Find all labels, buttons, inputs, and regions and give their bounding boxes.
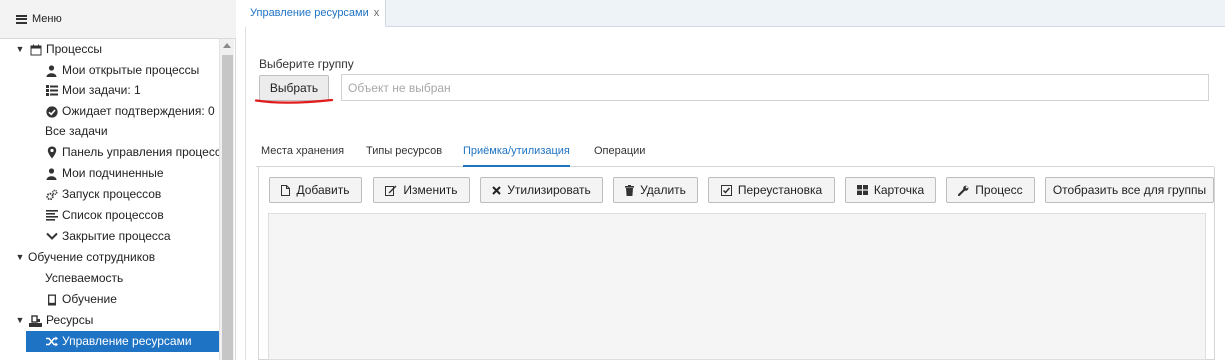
list-icon (44, 83, 59, 98)
trash-icon (625, 184, 635, 196)
sidebar-scrollbar[interactable] (219, 39, 234, 360)
subtab-operations[interactable]: Операции (594, 145, 645, 167)
map-marker-icon (44, 145, 59, 160)
edit-button[interactable]: Изменить (373, 177, 470, 203)
resource-subtabs: Места хранения Типы ресурсов Приёмка/ути… (256, 141, 1214, 167)
caret-down-icon[interactable]: ▼ (14, 39, 26, 60)
calendar-icon (28, 42, 43, 57)
list-lines-icon (44, 208, 59, 223)
caret-down-icon[interactable]: ▼ (14, 247, 26, 268)
process-button[interactable]: Процесс (946, 177, 1035, 203)
tree-item-my-open-processes[interactable]: Мои открытые процессы (44, 60, 199, 81)
tree-item-label: Мои задачи: 1 (62, 83, 141, 97)
subtab-acceptance-disposal[interactable]: Приёмка/утилизация (463, 145, 570, 167)
dispose-button[interactable]: Утилизировать (480, 177, 603, 203)
tree-item-label: Мои подчиненные (62, 166, 164, 180)
tree-item-resource-management[interactable]: Управление ресурсами (26, 331, 219, 352)
edit-button-label: Изменить (403, 183, 458, 197)
times-icon (492, 185, 501, 195)
resources-icon (28, 313, 43, 328)
menu-header[interactable]: Меню (0, 0, 236, 39)
check-square-icon (720, 184, 732, 196)
tree-item-label: Мои открытые процессы (62, 63, 200, 77)
add-button-label: Добавить (296, 183, 350, 197)
tree-node-processes[interactable]: ▼ Процессы (14, 39, 102, 60)
tree-node-label: Процессы (46, 42, 103, 56)
shuffle-icon (44, 334, 59, 349)
user-icon (44, 63, 59, 78)
red-underline-annotation (254, 98, 334, 104)
tree-item-label: Успеваемость (45, 271, 124, 285)
select-group-label: Выберите группу (259, 57, 354, 71)
sidebar: Меню ▼ Процессы Мои открытые процессы Мо… (0, 0, 236, 360)
tree-item-label: Управление ресурсами (62, 334, 192, 348)
check-circle-icon (44, 104, 59, 119)
edit-icon (385, 185, 397, 196)
tree-item-progress[interactable]: Успеваемость (45, 268, 123, 289)
navigation-tree: ▼ Процессы Мои открытые процессы Мои зад… (0, 39, 219, 360)
wrench-icon (958, 185, 969, 196)
tree-node-resources[interactable]: ▼ Ресурсы (14, 310, 94, 331)
process-button-label: Процесс (975, 183, 1023, 197)
tree-node-employee-training[interactable]: ▼ Обучение сотрудников (14, 247, 156, 268)
tree-item-awaiting-confirmation[interactable]: Ожидает подтверждения: 0 (44, 101, 215, 122)
records-grid (268, 213, 1206, 360)
hamburger-icon (16, 14, 27, 24)
delete-button-label: Удалить (640, 183, 686, 197)
tree-item-process-dashboard[interactable]: Панель управления процессами (44, 142, 219, 163)
show-all-for-group-button[interactable]: Отобразить все для группы (1045, 177, 1214, 203)
card-button-label: Карточка (873, 183, 925, 197)
tree-item-label: Список процессов (62, 208, 164, 222)
tree-node-label: Обучение сотрудников (28, 250, 156, 264)
tree-item-label: Закрытие процесса (62, 229, 171, 243)
tree-item-label: Ожидает подтверждения: 0 (62, 104, 215, 118)
menu-title: Меню (32, 13, 62, 25)
chevron-down-icon (44, 229, 59, 244)
reinstall-button-label: Переустановка (737, 183, 823, 197)
dispose-button-label: Утилизировать (507, 183, 591, 197)
tree-item-training[interactable]: Обучение (44, 289, 117, 310)
tree-node-label: Ресурсы (46, 313, 94, 327)
user-icon (44, 166, 59, 181)
tree-item-my-tasks[interactable]: Мои задачи: 1 (44, 80, 141, 101)
th-large-icon (856, 185, 868, 195)
tree-item-close-process[interactable]: Закрытие процесса (44, 226, 171, 247)
caret-down-icon[interactable]: ▼ (14, 310, 26, 331)
tree-item-label: Панель управления процессами (62, 145, 219, 159)
delete-button[interactable]: Удалить (613, 177, 698, 203)
reinstall-button[interactable]: Переустановка (708, 177, 835, 203)
add-button[interactable]: Добавить (269, 177, 362, 203)
tree-item-all-tasks[interactable]: Все задачи (45, 121, 108, 142)
acceptance-disposal-panel: Добавить Изменить Утилизировать Удалить … (258, 167, 1215, 360)
tree-item-launch-processes[interactable]: Запуск процессов (44, 184, 161, 205)
tree-item-my-subordinates[interactable]: Мои подчиненные (44, 163, 164, 184)
scrollbar-thumb[interactable] (222, 55, 233, 360)
close-tab-icon[interactable]: x (374, 7, 380, 19)
subtab-resource-types[interactable]: Типы ресурсов (366, 145, 442, 167)
tab-label: Управление ресурсами (250, 7, 369, 19)
tree-item-label: Запуск процессов (62, 187, 162, 201)
card-button[interactable]: Карточка (845, 177, 936, 203)
tab-resource-management[interactable]: Управление ресурсами x (245, 0, 387, 27)
selected-object-field[interactable]: Объект не выбран (341, 74, 1209, 101)
main-content: Выберите группу Выбрать Объект не выбран… (245, 27, 1225, 360)
scroll-up-arrow-icon[interactable] (223, 43, 231, 48)
show-all-button-label: Отобразить все для группы (1052, 183, 1207, 197)
tree-item-process-list[interactable]: Список процессов (44, 205, 164, 226)
tree-item-label: Все задачи (45, 124, 108, 138)
document-tab-bar: Управление ресурсами x (245, 0, 1225, 27)
file-icon (281, 184, 291, 196)
cogs-icon (44, 187, 59, 202)
tree-item-label: Обучение (62, 292, 117, 306)
book-icon (44, 292, 59, 307)
subtab-storage-locations[interactable]: Места хранения (261, 145, 344, 167)
